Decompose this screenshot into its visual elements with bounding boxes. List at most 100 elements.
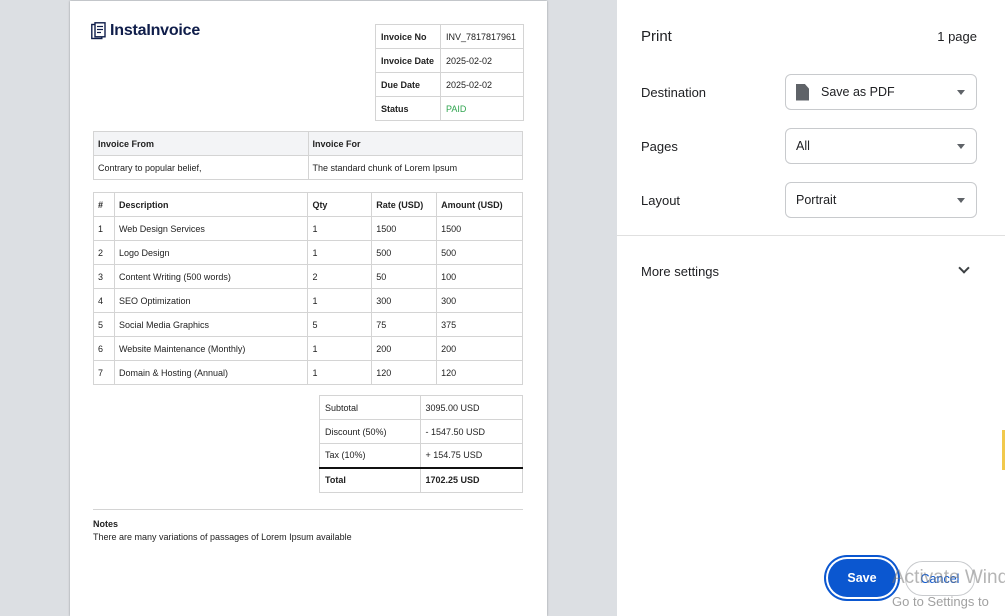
cell: Domain & Hosting (Annual) [113,360,309,385]
meta-row: Invoice Date 2025-02-02 [375,48,524,73]
cell: 1500 [371,216,438,241]
meta-label: Invoice Date [375,48,441,73]
meta-row: Invoice No INV_7817817961 [375,24,524,49]
parties-table: Invoice From Invoice For Contrary to pop… [93,131,523,180]
totals-row: Tax (10%) + 154.75 USD [319,443,524,468]
page-count: 1 page [937,29,977,44]
brand-name: InstaInvoice [110,22,201,39]
cell: 75 [371,312,438,337]
cell: 500 [436,240,523,265]
invoice-from-value: Contrary to popular belief, [93,155,309,180]
invoice-for-value: The standard chunk of Lorem Ipsum [307,155,523,180]
cell: 1 [307,360,373,385]
cell: 375 [436,312,523,337]
cell: 300 [436,288,523,313]
col-header: Rate (USD) [371,192,438,217]
layout-select[interactable]: Portrait [785,182,977,218]
items-header-row: # Description Qty Rate (USD) Amount (USD… [93,192,523,217]
meta-row: Status PAID [375,96,524,121]
meta-value: 2025-02-02 [440,48,524,73]
table-row: 7 Domain & Hosting (Annual) 1 120 120 [93,360,523,385]
meta-label: Due Date [375,72,441,97]
col-header: Description [113,192,309,217]
pages-select[interactable]: All [785,128,977,164]
activation-watermark-sub: Go to Settings to [892,594,989,609]
notes-title: Notes [93,519,119,529]
print-title: Print [641,28,672,45]
notes-divider [93,509,523,510]
cell: 1 [93,216,115,241]
cell: Logo Design [113,240,309,265]
layout-label: Layout [641,193,681,208]
activation-watermark: Activate Wind [892,567,1005,588]
cell: 500 [371,240,438,265]
totals-row: Subtotal 3095.00 USD [319,395,524,420]
totals-value: + 154.75 USD [419,443,524,468]
table-row: 3 Content Writing (500 words) 2 50 100 [93,264,523,289]
cell: 4 [93,288,115,313]
destination-value: Save as PDF [821,85,895,99]
col-header: # [93,192,115,217]
status-badge: PAID [440,96,524,121]
cell: 5 [307,312,373,337]
cell: Content Writing (500 words) [113,264,309,289]
cell: Web Design Services [113,216,309,241]
dropdown-caret-icon [957,144,965,149]
totals-label: Subtotal [319,395,421,420]
col-header: Amount (USD) [436,192,523,217]
meta-label: Invoice No [375,24,441,49]
cell: 1 [307,240,373,265]
totals-table: Subtotal 3095.00 USD Discount (50%) - 15… [319,395,524,493]
cell: 300 [371,288,438,313]
invoice-logo-icon [91,22,106,40]
layout-value: Portrait [796,193,837,207]
table-row: 5 Social Media Graphics 5 75 375 [93,312,523,337]
cell: 6 [93,336,115,361]
notes-text: There are many variations of passages of… [93,532,352,542]
dropdown-caret-icon [957,90,965,95]
totals-value: - 1547.50 USD [419,419,524,444]
meta-value: INV_7817817961 [440,24,524,49]
line-items-table: # Description Qty Rate (USD) Amount (USD… [93,192,523,385]
totals-label: Tax (10%) [319,443,421,468]
cell: 3 [93,264,115,289]
document-icon [796,83,809,101]
save-button[interactable]: Save [828,559,896,597]
cell: 200 [371,336,438,361]
meta-row: Due Date 2025-02-02 [375,72,524,97]
table-row: 4 SEO Optimization 1 300 300 [93,288,523,313]
cell: 2 [93,240,115,265]
totals-value: 3095.00 USD [419,395,524,420]
invoice-for-header: Invoice For [307,131,523,156]
print-preview-area: InstaInvoice Invoice No INV_7817817961 I… [0,0,617,616]
grand-total-value: 1702.25 USD [419,466,524,493]
cell: 120 [436,360,523,385]
pages-label: Pages [641,139,678,154]
cell: 2 [307,264,373,289]
cell: 200 [436,336,523,361]
cell: 100 [436,264,523,289]
grand-total-label: Total [319,466,421,493]
cell: 1 [307,336,373,361]
table-row: 2 Logo Design 1 500 500 [93,240,523,265]
cell: 1 [307,288,373,313]
table-row: 1 Web Design Services 1 1500 1500 [93,216,523,241]
cell: 120 [371,360,438,385]
meta-label: Status [375,96,441,121]
cell: Social Media Graphics [113,312,309,337]
totals-label: Discount (50%) [319,419,421,444]
more-settings-toggle[interactable]: More settings [641,264,719,279]
invoice-meta-table: Invoice No INV_7817817961 Invoice Date 2… [375,24,524,121]
pages-value: All [796,139,810,153]
cell: 1500 [436,216,523,241]
panel-divider [617,235,1005,236]
destination-select[interactable]: Save as PDF [785,74,977,110]
cell: 7 [93,360,115,385]
cell: SEO Optimization [113,288,309,313]
brand-logo: InstaInvoice [91,22,200,40]
destination-label: Destination [641,85,707,100]
cell: 5 [93,312,115,337]
col-header: Qty [307,192,373,217]
chevron-down-icon[interactable] [958,262,970,274]
invoice-page: InstaInvoice Invoice No INV_7817817961 I… [70,1,547,616]
